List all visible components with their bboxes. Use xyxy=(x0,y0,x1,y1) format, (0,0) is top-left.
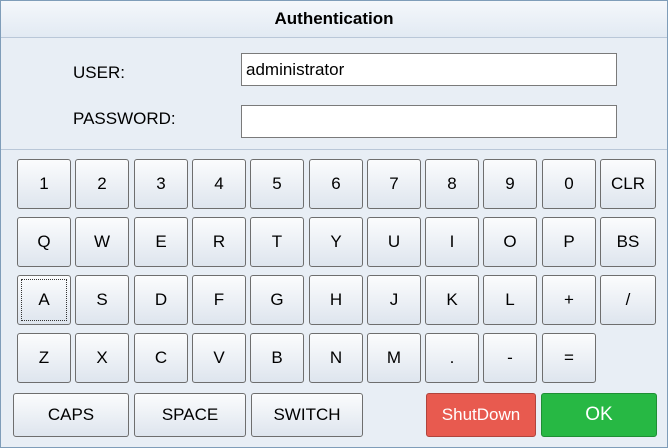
key[interactable]: 4 xyxy=(192,159,246,209)
key[interactable]: / xyxy=(600,275,656,325)
key[interactable]: T xyxy=(250,217,304,267)
key[interactable]: Z xyxy=(17,333,71,383)
switch-key[interactable]: SWITCH xyxy=(251,393,363,437)
key[interactable]: M xyxy=(367,333,421,383)
key[interactable]: O xyxy=(483,217,537,267)
key[interactable]: 9 xyxy=(483,159,537,209)
key[interactable]: A xyxy=(17,275,71,325)
key[interactable]: Y xyxy=(309,217,363,267)
key[interactable]: 5 xyxy=(250,159,304,209)
key[interactable]: F xyxy=(192,275,246,325)
key[interactable]: J xyxy=(367,275,421,325)
key[interactable]: R xyxy=(192,217,246,267)
ok-button[interactable]: OK xyxy=(541,393,657,437)
key[interactable]: = xyxy=(542,333,596,383)
key[interactable]: K xyxy=(425,275,479,325)
key[interactable]: + xyxy=(542,275,596,325)
key[interactable]: S xyxy=(75,275,129,325)
authentication-dialog: Authentication USER: PASSWORD: CAPS SPAC… xyxy=(0,0,668,448)
key[interactable]: W xyxy=(75,217,129,267)
key[interactable]: G xyxy=(250,275,304,325)
key[interactable]: . xyxy=(425,333,479,383)
key[interactable]: 3 xyxy=(134,159,188,209)
key[interactable]: I xyxy=(425,217,479,267)
key[interactable]: 0 xyxy=(542,159,596,209)
caps-key[interactable]: CAPS xyxy=(13,393,129,437)
key[interactable]: CLR xyxy=(600,159,656,209)
key[interactable]: V xyxy=(192,333,246,383)
space-key[interactable]: SPACE xyxy=(134,393,246,437)
key[interactable]: Q xyxy=(17,217,71,267)
key[interactable]: D xyxy=(134,275,188,325)
key[interactable]: P xyxy=(542,217,596,267)
key[interactable]: 1 xyxy=(17,159,71,209)
key[interactable]: L xyxy=(483,275,537,325)
key[interactable]: BS xyxy=(600,217,656,267)
key[interactable]: 6 xyxy=(309,159,363,209)
key[interactable]: 7 xyxy=(367,159,421,209)
key[interactable]: N xyxy=(309,333,363,383)
key[interactable]: 2 xyxy=(75,159,129,209)
shutdown-button[interactable]: ShutDown xyxy=(426,393,536,437)
on-screen-keyboard: CAPS SPACE SWITCH ShutDown OK 1234567890… xyxy=(1,1,667,447)
key[interactable]: E xyxy=(134,217,188,267)
key[interactable]: B xyxy=(250,333,304,383)
key[interactable]: - xyxy=(483,333,537,383)
key[interactable]: X xyxy=(75,333,129,383)
key[interactable]: H xyxy=(309,275,363,325)
key[interactable]: U xyxy=(367,217,421,267)
key[interactable]: 8 xyxy=(425,159,479,209)
key[interactable]: C xyxy=(134,333,188,383)
